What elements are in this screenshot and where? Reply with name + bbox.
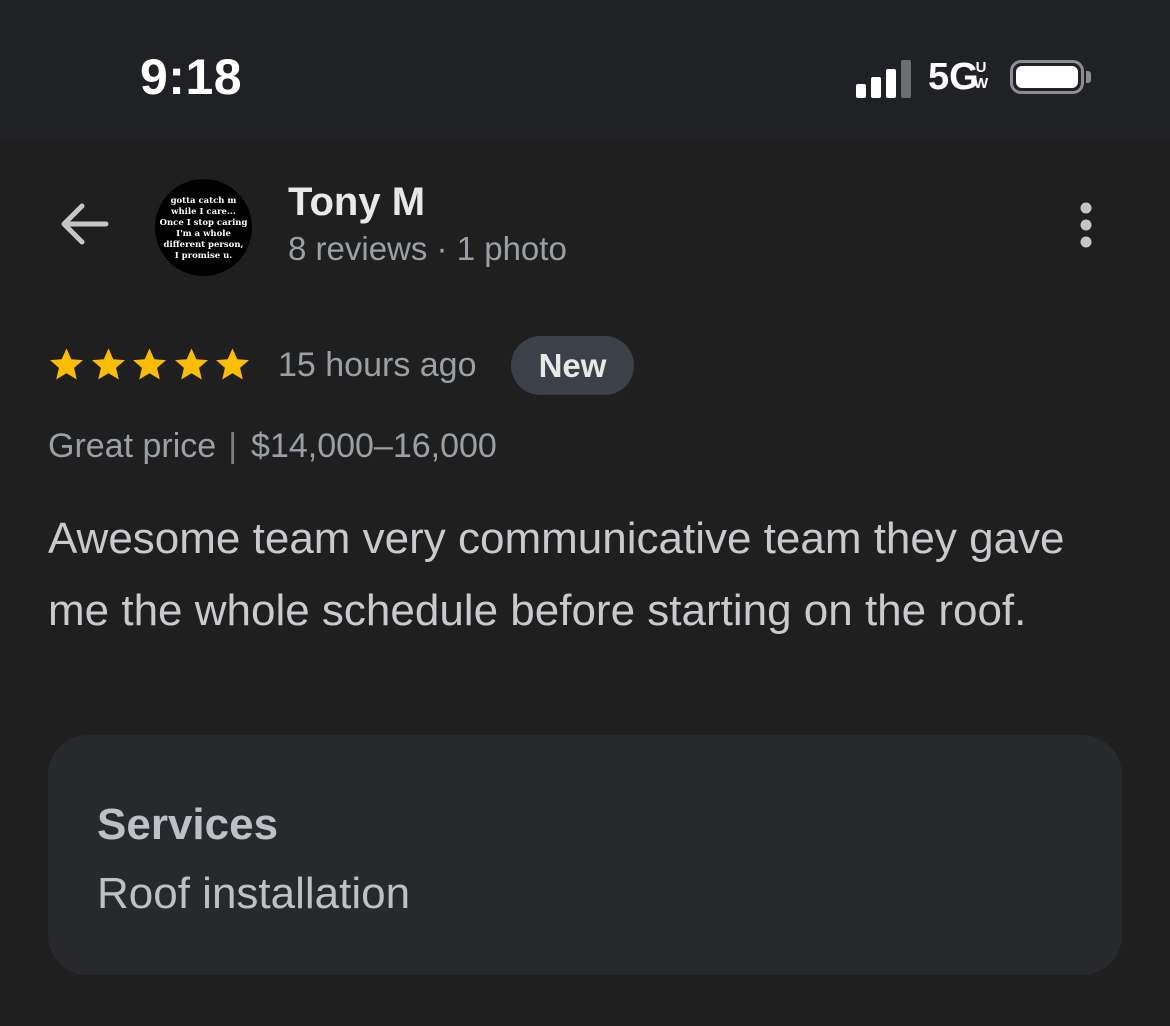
review-text: Awesome team very communicative team the… (48, 514, 1065, 635)
price-row: Great price | $14,000–16,000 (48, 427, 497, 466)
price-separator: | (228, 427, 238, 465)
star-icon (91, 348, 125, 380)
back-button[interactable] (52, 192, 116, 256)
star-rating (48, 346, 256, 386)
services-card: Services Roof installation (48, 735, 1122, 975)
star-icon (216, 348, 249, 380)
review-time: 15 hours ago (278, 346, 477, 384)
star-icon (50, 348, 83, 380)
battery-level (1016, 66, 1078, 88)
reviewer-name[interactable]: Tony M (288, 180, 425, 225)
price-range: $14,000–16,000 (251, 427, 497, 465)
cellular-signal-icon (856, 58, 916, 98)
status-time: 9:18 (140, 49, 243, 105)
avatar[interactable]: gotta catch m while I care... Once I sto… (155, 179, 252, 276)
status-bar: 9:18 5G U W (0, 0, 1170, 140)
avatar-text: gotta catch m while I care... Once I sto… (159, 195, 248, 261)
battery-cap (1086, 71, 1091, 83)
star-icon (133, 348, 166, 380)
more-vertical-icon (1080, 202, 1092, 248)
reviewer-meta: 8 reviews · 1 photo (288, 230, 567, 267)
services-value: Roof installation (97, 869, 411, 918)
price-label: Great price (48, 427, 217, 465)
more-options-button[interactable] (1066, 196, 1106, 256)
services-title: Services (97, 800, 279, 849)
network-type: 5G (928, 56, 979, 98)
new-badge: New (511, 336, 634, 395)
star-icon (174, 348, 208, 380)
arrow-left-icon (61, 203, 109, 245)
battery-icon (1010, 60, 1084, 94)
network-type-superscript: U W (974, 59, 989, 92)
